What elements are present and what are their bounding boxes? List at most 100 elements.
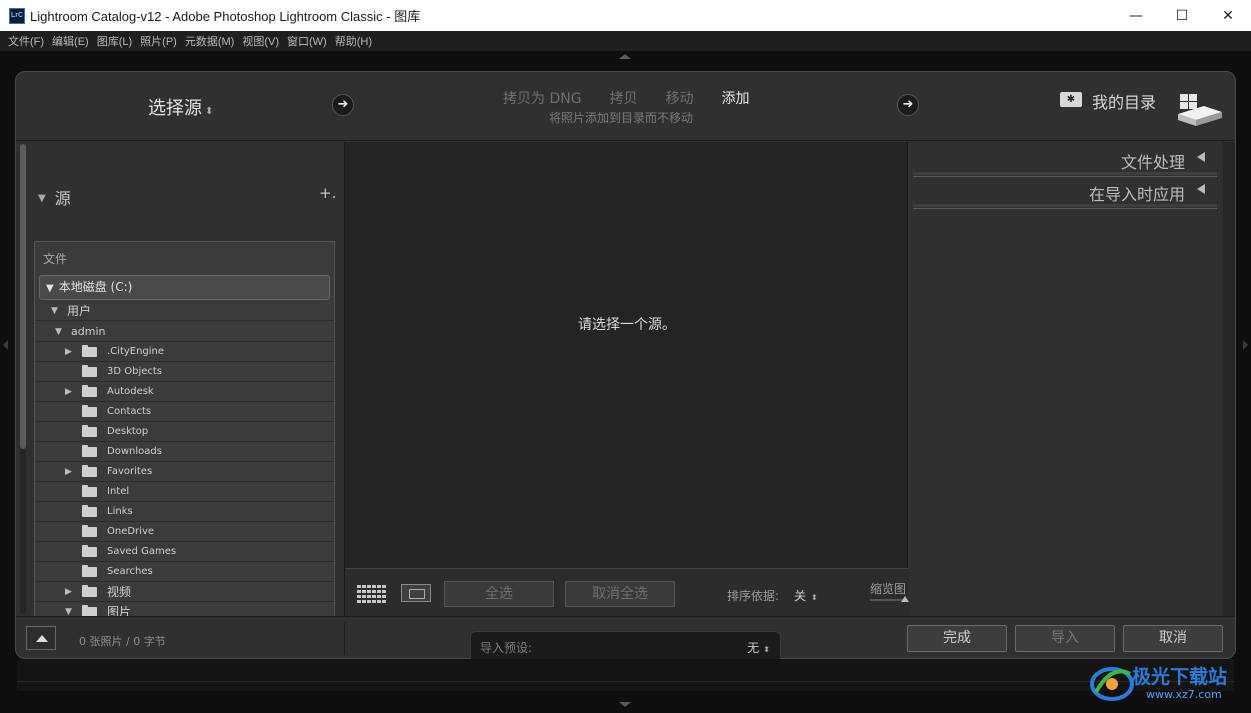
- maximize-button[interactable]: ☐: [1159, 0, 1205, 31]
- expand-filmstrip-button[interactable]: [26, 626, 56, 650]
- folder-item[interactable]: Desktop: [35, 422, 334, 442]
- section-label: 文件处理: [1120, 153, 1185, 172]
- right-panel-toggle-icon[interactable]: [1243, 340, 1248, 350]
- folder-item[interactable]: Searches: [35, 562, 334, 582]
- menu-edit[interactable]: 编辑(E): [48, 33, 93, 49]
- lightroom-logo-icon: LrC: [9, 7, 25, 24]
- drive-label: 本地磁盘 (C:): [58, 280, 133, 294]
- import-preset-dropdown[interactable]: 导入预设: 无 ⬍: [470, 631, 781, 661]
- folder-item[interactable]: Downloads: [35, 442, 334, 462]
- window-controls: — ☐ ✕: [1113, 0, 1251, 31]
- folder-label: OneDrive: [107, 526, 155, 537]
- left-panel-toggle-icon[interactable]: [3, 340, 8, 350]
- arrow-right-icon: ➜: [897, 94, 919, 116]
- triangle-right-icon[interactable]: ▶: [65, 582, 72, 602]
- tree-item-admin[interactable]: ▼ admin: [35, 322, 334, 342]
- folder-icon: [82, 565, 97, 577]
- menu-file[interactable]: 文件(F): [4, 33, 48, 49]
- minimize-button[interactable]: —: [1113, 0, 1159, 31]
- sort-value: 关: [794, 589, 807, 603]
- folder-icon: [82, 525, 97, 537]
- options-scrollbar[interactable]: [1223, 142, 1235, 616]
- section-apply-during-import[interactable]: 在导入时应用: [913, 176, 1217, 209]
- loupe-view-icon[interactable]: [401, 584, 431, 602]
- source-panel: ▼ 源 +. 文件 ▼ 本地磁盘 (C:) ▼ 用户 ▼ admin ▶ .Ci…: [16, 142, 343, 616]
- tree-item-users[interactable]: ▼ 用户: [35, 301, 334, 321]
- menu-library[interactable]: 图库(L): [93, 33, 136, 49]
- triangle-down-icon: ▼: [38, 193, 46, 204]
- add-source-button[interactable]: +.: [319, 184, 336, 202]
- folder-item[interactable]: ▶ Favorites: [35, 462, 334, 482]
- triangle-right-icon[interactable]: ▶: [65, 382, 72, 402]
- folder-item[interactable]: OneDrive: [35, 522, 334, 542]
- folder-item[interactable]: 3D Objects: [35, 362, 334, 382]
- triangle-left-icon: [1197, 152, 1205, 162]
- folder-item[interactable]: ▶ Autodesk: [35, 382, 334, 402]
- triangle-right-icon[interactable]: ▶: [65, 342, 72, 362]
- watermark-text: 极光下载站: [1132, 666, 1228, 688]
- folder-item[interactable]: Saved Games: [35, 542, 334, 562]
- import-header: 选择源 ⬍ ➜ 拷贝为 DNG 拷贝 移动 添加 将照片添加到目录而不移动 ➜ ✱…: [16, 72, 1235, 141]
- folder-label: Desktop: [107, 426, 149, 437]
- divider: [344, 623, 345, 655]
- window-title: Lightroom Catalog-v12 - Adobe Photoshop …: [30, 9, 421, 24]
- folder-item[interactable]: ▼ 图片: [35, 602, 334, 616]
- menu-photo[interactable]: 照片(P): [136, 33, 181, 49]
- slider-handle-icon[interactable]: [901, 596, 909, 602]
- triangle-right-icon[interactable]: ▶: [65, 462, 72, 482]
- bottom-panel-toggle-icon[interactable]: [619, 702, 631, 707]
- folder-icon: [82, 485, 97, 497]
- folder-label: 视频: [107, 585, 132, 599]
- deselect-all-button[interactable]: 取消全选: [565, 581, 675, 607]
- folder-icon: [82, 365, 97, 377]
- folder-item[interactable]: Links: [35, 502, 334, 522]
- menu-help[interactable]: 帮助(H): [331, 33, 376, 49]
- cancel-button[interactable]: 取消: [1123, 625, 1223, 652]
- import-button[interactable]: 导入: [1015, 625, 1115, 652]
- sort-dropdown[interactable]: 关 ⬍: [794, 587, 818, 604]
- title-bar: LrC Lightroom Catalog-v12 - Adobe Photos…: [0, 0, 1251, 31]
- folder-label: Intel: [107, 486, 130, 497]
- menu-window[interactable]: 窗口(W): [283, 33, 331, 49]
- drive-item-c[interactable]: ▼ 本地磁盘 (C:): [39, 275, 330, 300]
- mode-move[interactable]: 移动: [666, 88, 694, 108]
- folder-item[interactable]: ▶ .CityEngine: [35, 342, 334, 362]
- tree-item-label: 用户: [67, 304, 92, 318]
- source-section-header[interactable]: ▼ 源: [38, 185, 71, 209]
- grid-view-icon[interactable]: [357, 585, 386, 603]
- folder-item[interactable]: Intel: [35, 482, 334, 502]
- source-scrollbar-thumb[interactable]: [20, 144, 26, 449]
- preset-value-wrap: 无 ⬍: [747, 639, 770, 656]
- folder-label: Downloads: [107, 446, 162, 457]
- updown-arrows-icon: ⬍: [205, 106, 214, 117]
- updown-arrows-icon: ⬍: [811, 593, 818, 602]
- preset-value: 无: [747, 641, 760, 655]
- triangle-down-icon: ▼: [46, 283, 54, 294]
- menu-bar: 文件(F) 编辑(E) 图库(L) 照片(P) 元数据(M) 视图(V) 窗口(…: [0, 31, 1251, 51]
- import-footer: 0 张照片 / 0 字节 导入预设: 无 ⬍ 完成 导入 取消: [16, 616, 1235, 661]
- folder-label: 图片: [107, 605, 132, 616]
- mode-copy[interactable]: 拷贝: [610, 88, 638, 108]
- select-all-button[interactable]: 全选: [444, 581, 554, 607]
- triangle-down-icon[interactable]: ▼: [65, 602, 72, 616]
- folder-item[interactable]: Contacts: [35, 402, 334, 422]
- mode-copy-as-dng[interactable]: 拷贝为 DNG: [503, 88, 582, 108]
- select-source-dropdown[interactable]: 选择源 ⬍: [148, 94, 213, 120]
- folder-label: .CityEngine: [107, 346, 165, 357]
- photo-grid-area: 请选择一个源。 全选 取消全选 排序依据: 关 ⬍ 缩览图: [344, 142, 909, 616]
- top-panel-toggle-icon[interactable]: [619, 54, 631, 59]
- watermark: 极光下载站 www.xz7.com: [1090, 660, 1245, 708]
- folder-icon: [82, 345, 97, 357]
- menu-view[interactable]: 视图(V): [238, 33, 283, 49]
- close-button[interactable]: ✕: [1205, 0, 1251, 31]
- menu-metadata[interactable]: 元数据(M): [181, 33, 239, 49]
- section-file-handling[interactable]: 文件处理: [913, 144, 1217, 177]
- folder-label: Autodesk: [107, 386, 154, 397]
- photo-count: 0 张照片 / 0 字节: [79, 635, 166, 648]
- mode-add[interactable]: 添加: [722, 88, 750, 108]
- done-button[interactable]: 完成: [907, 625, 1007, 652]
- options-panel: 文件处理 在导入时应用: [909, 142, 1223, 616]
- folder-icon: [82, 585, 97, 597]
- folder-item[interactable]: ▶ 视频: [35, 582, 334, 602]
- filmstrip-strip: [17, 659, 1234, 691]
